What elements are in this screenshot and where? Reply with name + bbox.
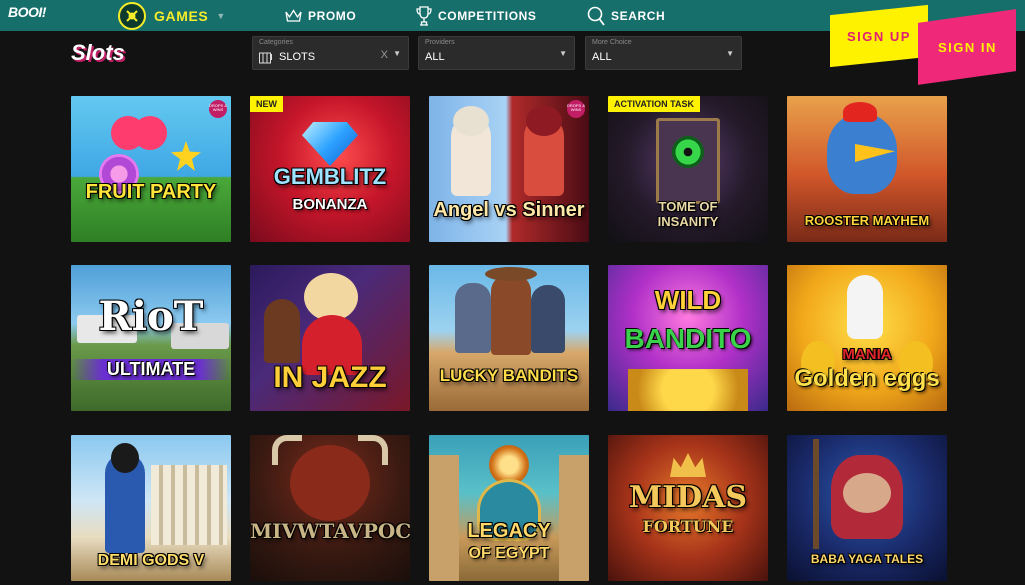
game-title: MANIA [842,346,892,363]
chevron-down-icon: ▼ [393,49,401,58]
categories-select[interactable]: Categories SLOTS X ▼ [252,36,409,70]
search-icon [587,6,605,26]
game-title: TOME OF [658,199,718,214]
nav-promo-label: PROMO [308,8,357,23]
game-tile-legacy-of-egypt[interactable]: LEGACY OF EGYPT [429,435,589,581]
categories-caption: Categories [259,39,293,46]
game-title: MIVWTAVPOC [250,519,410,543]
sign-in-label: SIGN IN [937,39,997,55]
game-title: DEMI GODS V [97,552,205,569]
game-tile-fruit-party[interactable]: FRUIT PARTY DROPS & WINS [71,96,231,242]
game-tile-tome-of-insanity[interactable]: TOME OF INSANITY ACTIVATION TASK [608,96,768,242]
activation-task-badge: ACTIVATION TASK [608,96,700,112]
game-title: GEMBLITZ [273,164,387,189]
game-subtitle: BANDITO [624,323,752,354]
more-choice-select[interactable]: More Choice ALL ▼ [585,36,742,70]
nav-search[interactable]: SEARCH [587,0,665,31]
game-subtitle: INSANITY [657,214,719,229]
game-subtitle: BONANZA [292,196,368,213]
nav-competitions[interactable]: COMPETITIONS [416,0,537,31]
game-tile-minotaur[interactable]: MIVWTAVPOC [250,435,410,581]
game-tile-midas-fortune[interactable]: MIDAS FORTUNE [608,435,768,581]
crown-icon [285,8,302,23]
game-title: Angel vs Sinner [433,199,585,221]
game-tile-angel-vs-sinner[interactable]: Angel vs Sinner DROPS & WINS [429,96,589,242]
game-tile-mania-golden-eggs[interactable]: MANIA Golden eggs [787,265,947,411]
sign-in-button[interactable]: SIGN IN [918,9,1016,85]
game-tile-baba-yaga-tales[interactable]: BABA YAGA TALES [787,435,947,581]
drops-wins-badge: DROPS & WINS [209,100,227,118]
sign-up-button[interactable]: SIGN UP [830,4,928,68]
clear-icon[interactable]: X [381,49,388,61]
games-icon [118,1,146,30]
booi-logo[interactable]: BOOI! [8,4,46,20]
game-subtitle: ULTIMATE [71,359,231,380]
game-title: MIDAS [628,480,748,515]
game-title: WILD [654,285,722,315]
game-title: BABA YAGA TALES [810,552,924,566]
new-badge: NEW [250,96,283,112]
game-title: RioT [98,293,204,340]
sign-up-label: SIGN UP [847,28,911,44]
game-tile-riot-ultimate[interactable]: RioT ULTIMATE [71,265,231,411]
nav-search-label: SEARCH [611,8,666,23]
providers-caption: Providers [425,39,455,46]
game-tile-rooster-mayhem[interactable]: ROOSTER MAYHEM [787,96,947,242]
categories-value: SLOTS [279,51,316,63]
game-title: FRUIT PARTY [85,181,217,203]
chevron-down-icon: ▼ [726,49,734,58]
game-subtitle: Golden eggs [794,365,940,392]
slot-machine-icon [259,51,273,64]
game-tile-in-jazz[interactable]: IN JAZZ [250,265,410,411]
game-subtitle: OF EGYPT [468,545,550,562]
trophy-icon [416,5,432,27]
game-title: LUCKY BANDITS [439,366,579,385]
providers-value: ALL [425,51,445,63]
more-choice-value: ALL [592,51,612,63]
game-tile-lucky-bandits[interactable]: LUCKY BANDITS [429,265,589,411]
chevron-down-icon: ▼ [216,10,226,21]
chevron-down-icon: ▼ [559,49,567,58]
game-title: IN JAZZ [273,361,387,394]
providers-select[interactable]: Providers ALL ▼ [418,36,575,70]
game-tile-demi-gods-v[interactable]: DEMI GODS V [71,435,231,581]
nav-competitions-label: COMPETITIONS [438,8,537,23]
drops-wins-badge: DROPS & WINS [567,100,585,118]
game-tile-wild-bandito[interactable]: WILD BANDITO [608,265,768,411]
page-title: Slots [71,40,125,65]
game-title: LEGACY [467,520,551,542]
nav-games-label: GAMES [154,7,209,24]
game-tile-gemblitz-bonanza[interactable]: GEMBLITZ BONANZA NEW [250,96,410,242]
game-subtitle: FORTUNE [642,517,734,536]
nav-games[interactable]: GAMES ▼ [118,0,226,31]
more-choice-caption: More Choice [592,39,632,46]
nav-promo[interactable]: PROMO [285,0,356,31]
game-title: ROOSTER MAYHEM [804,213,930,228]
